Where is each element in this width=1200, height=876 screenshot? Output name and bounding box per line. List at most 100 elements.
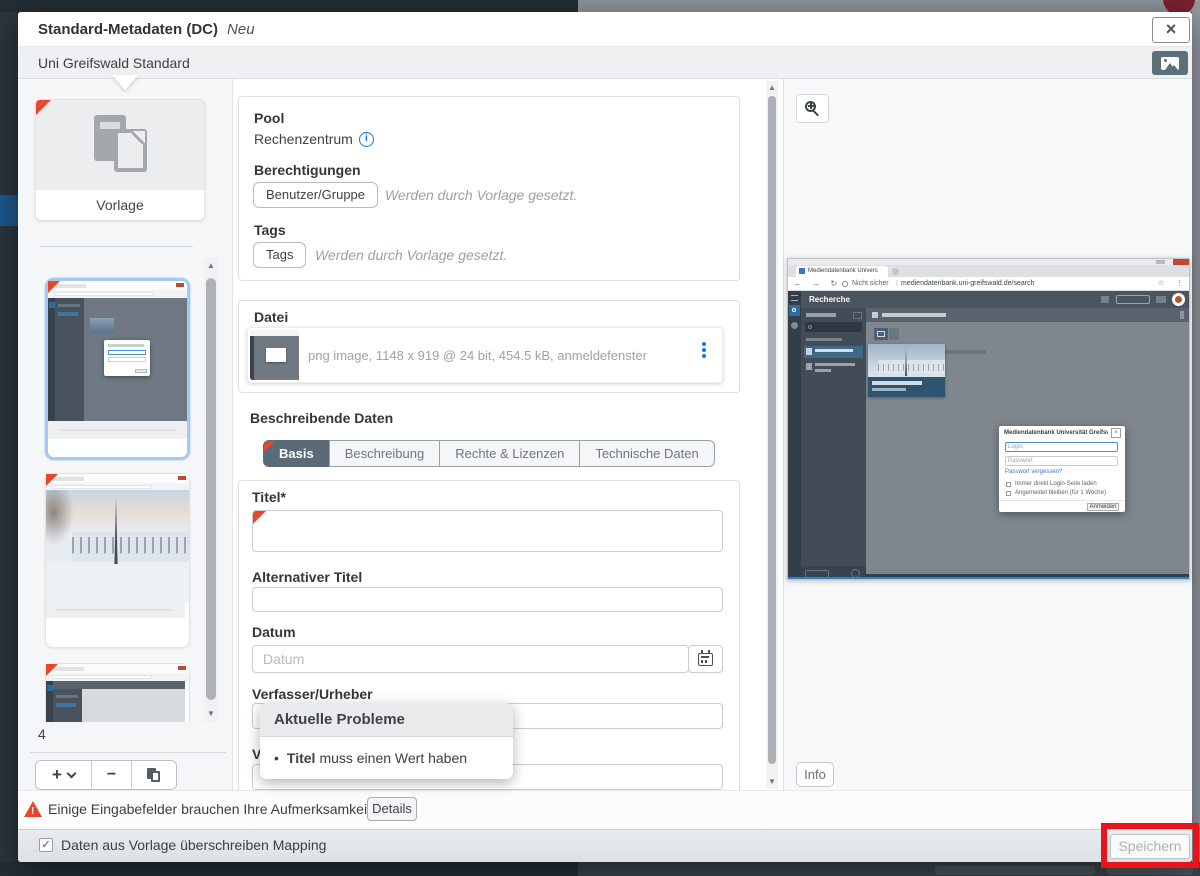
- password-field-shape: Passwort: [1005, 456, 1118, 466]
- list-scrollbar-thumb[interactable]: [206, 278, 216, 700]
- tab-basis[interactable]: Basis: [263, 440, 330, 467]
- info-icon[interactable]: i: [359, 132, 374, 147]
- asset-card: [868, 344, 945, 397]
- screen: Standard-Metadaten (DC)Neu × Uni Greifsw…: [0, 0, 1200, 876]
- backdrop-top: [0, 0, 578, 12]
- page-info-icon: [842, 281, 848, 287]
- template-card-thumbnail: [36, 100, 204, 190]
- browser-tab: Mediendatenbank Universität G: [796, 266, 888, 277]
- record-thumbnail-selected[interactable]: [45, 278, 190, 460]
- scroll-down-icon[interactable]: ▼: [766, 776, 778, 788]
- preview-toggle-button[interactable]: [1152, 51, 1188, 75]
- alt-title-field-label: Alternativer Titel: [252, 569, 362, 585]
- record-thumbnail-list: ▲ ▼: [35, 258, 218, 722]
- file-info-text: png image, 1148 x 919 @ 24 bit, 454.5 kB…: [308, 328, 647, 384]
- file-card: png image, 1148 x 919 @ 24 bit, 454.5 kB…: [247, 327, 723, 383]
- permissions-label: Berechtigungen: [254, 162, 361, 178]
- add-tags-button[interactable]: Tags: [253, 242, 306, 268]
- file-thumbnail: [250, 330, 299, 380]
- record-count: 4: [38, 724, 46, 744]
- kebab-menu-icon[interactable]: [702, 342, 706, 360]
- tab-rechte-lizenzen[interactable]: Rechte & Lizenzen: [439, 440, 580, 467]
- tree-item-selected: [804, 346, 863, 358]
- duplicate-record-button[interactable]: [132, 761, 176, 789]
- favicon: [799, 268, 805, 274]
- search-input-shape: [805, 322, 862, 332]
- scroll-down-icon[interactable]: ▼: [204, 708, 218, 720]
- tooltip-problem-item: •Titelmuss einen Wert haben: [260, 737, 513, 779]
- tab-technische-daten[interactable]: Technische Daten: [579, 440, 714, 467]
- thumbnail-photo: [46, 490, 189, 602]
- url-text: mediendatenbank.uni-greifswald.de/search: [901, 277, 1034, 291]
- template-card[interactable]: Vorlage: [35, 99, 205, 221]
- add-record-button[interactable]: +: [36, 761, 92, 789]
- dialog-subheader: [18, 47, 1192, 79]
- close-icon: ×: [1166, 19, 1177, 39]
- mapping-checkbox[interactable]: ✓: [39, 838, 53, 852]
- unsaved-marker: [48, 281, 60, 293]
- record-toolbar: + −: [35, 760, 177, 790]
- backdrop-right: [1192, 0, 1200, 862]
- author-field-label: Verfasser/Urheber: [252, 686, 373, 702]
- details-button[interactable]: Details: [367, 797, 417, 821]
- backdrop-left-accent: [0, 195, 18, 226]
- validation-message: Einige Eingabefelder brauchen Ihre Aufme…: [48, 790, 375, 829]
- menu-icon: [791, 295, 798, 301]
- scroll-up-icon[interactable]: ▲: [766, 82, 778, 94]
- tab-beschreibung[interactable]: Beschreibung: [329, 440, 441, 467]
- close-icon: ×: [1111, 428, 1121, 438]
- pool-label: Pool: [254, 110, 284, 126]
- chevron-down-icon: [67, 768, 77, 778]
- title-field[interactable]: [252, 510, 723, 552]
- tooltip-arrow: [112, 75, 138, 90]
- unsaved-marker: [264, 441, 275, 452]
- date-field-label: Datum: [252, 624, 296, 640]
- descriptive-data-label: Beschreibende Daten: [250, 410, 393, 426]
- unsaved-marker: [46, 664, 58, 676]
- calendar-icon: [698, 653, 713, 666]
- alt-title-field[interactable]: [252, 587, 723, 612]
- close-button[interactable]: ×: [1152, 17, 1190, 43]
- app-quick-access-panel: [801, 308, 866, 580]
- login-field-shape: Login: [1005, 442, 1118, 452]
- remove-record-button[interactable]: −: [92, 761, 132, 789]
- dialog-badge-new: Neu: [227, 21, 255, 38]
- minus-icon: −: [107, 766, 116, 784]
- page-title: Recherche: [809, 291, 850, 308]
- record-thumbnail[interactable]: [45, 663, 190, 722]
- mapping-checkbox-label: Daten aus Vorlage überschreiben Mapping: [61, 829, 326, 862]
- background-button-shape: [935, 866, 1095, 875]
- app-sidebar: [788, 291, 801, 580]
- record-thumbnail[interactable]: [45, 473, 190, 648]
- thumbnail-screenshot: [46, 681, 185, 722]
- backdrop-top-right: [578, 0, 1200, 12]
- new-tab-icon: [892, 268, 899, 275]
- divider: [30, 752, 226, 753]
- divider: [40, 246, 193, 247]
- problems-tooltip: Aktuelle Probleme •Titelmuss einen Wert …: [260, 703, 513, 779]
- required-marker: [253, 511, 266, 524]
- unsaved-marker: [46, 474, 58, 486]
- tags-hint: Werden durch Vorlage gesetzt.: [315, 242, 507, 268]
- metadata-tabs: Basis Beschreibung Rechte & Lizenzen Tec…: [263, 440, 715, 467]
- browser-nav-icons: ← → ↻: [794, 277, 841, 291]
- date-picker-button[interactable]: [688, 645, 723, 673]
- scroll-up-icon[interactable]: ▲: [204, 260, 218, 272]
- annotation-highlight: [1101, 823, 1199, 868]
- preview-image[interactable]: Mediendatenbank Universität G ← → ↻ Nich…: [787, 258, 1190, 580]
- tree-item: [804, 361, 863, 377]
- add-icon: +: [52, 762, 62, 788]
- search-icon: [789, 305, 800, 316]
- form-scrollbar-thumb[interactable]: [768, 96, 776, 764]
- info-button[interactable]: Info: [796, 762, 834, 787]
- logo: [1172, 293, 1185, 306]
- tooltip-header: Aktuelle Probleme: [260, 703, 513, 737]
- add-user-group-button[interactable]: Benutzer/Gruppe: [253, 182, 378, 208]
- template-card-label: Vorlage: [36, 190, 204, 220]
- date-field[interactable]: [252, 645, 689, 673]
- pool-value: Rechenzentrum i: [254, 131, 374, 147]
- app-header: Recherche: [801, 291, 1190, 308]
- browser-address-bar: ← → ↻ Nicht sicher | mediendatenbank.uni…: [788, 277, 1190, 291]
- zoom-button[interactable]: [796, 94, 829, 123]
- dialog-title: Standard-Metadaten (DC)Neu: [38, 12, 255, 47]
